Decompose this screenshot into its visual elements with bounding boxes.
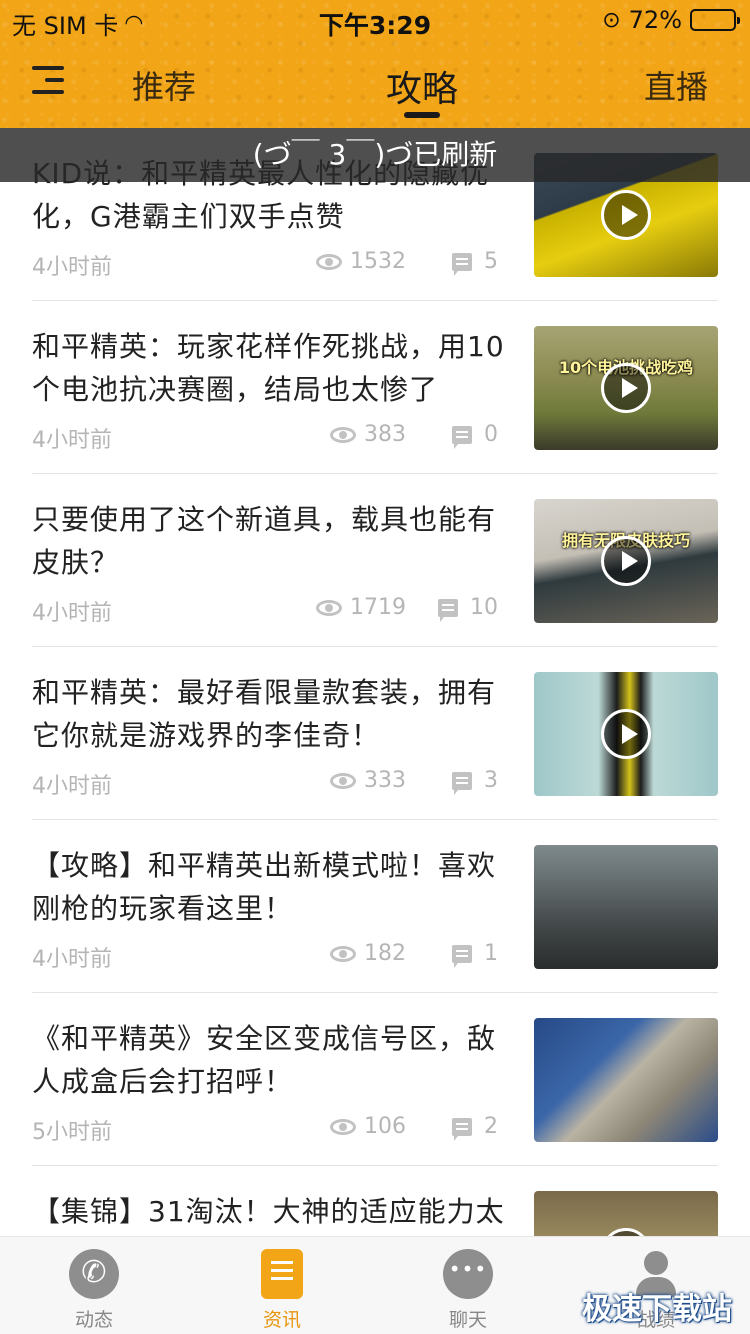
article-time: 5小时前 bbox=[32, 1120, 112, 1145]
view-count-value: 383 bbox=[364, 422, 406, 447]
tab-chat-label: 聊天 bbox=[448, 1309, 487, 1331]
tab-news[interactable]: 资讯 bbox=[222, 1249, 342, 1332]
comment-icon bbox=[452, 252, 472, 276]
view-count-value: 182 bbox=[364, 941, 406, 966]
eye-icon bbox=[330, 945, 356, 962]
news-icon bbox=[261, 1249, 303, 1299]
comment-count: 5 bbox=[452, 249, 498, 276]
article-time: 4小时前 bbox=[32, 774, 112, 799]
app-screen: KID说：和平精英最人性化的隐藏优化，G港霸主们双手点赞 4小时前 1532 5… bbox=[0, 0, 750, 1334]
app-header: 无 SIM 卡 ◠ 下午3:29 ⊙ 72% 推荐 攻略 直播 bbox=[0, 0, 750, 128]
refresh-toast: (づ￣ 3￣)づ已刷新 bbox=[0, 128, 750, 182]
watermark: 极速下载站 bbox=[582, 1292, 732, 1327]
list-item[interactable]: 【集锦】31淘汰！大神的适应能力太可怕，新模式套路贼六 bbox=[32, 1166, 718, 1236]
view-count-value: 106 bbox=[364, 1114, 406, 1139]
comment-count: 2 bbox=[452, 1114, 498, 1141]
video-thumbnail[interactable] bbox=[534, 1018, 718, 1142]
list-item[interactable]: 和平精英：最好看限量款套装，拥有它你就是游戏界的李佳奇！ 4小时前 333 3 bbox=[32, 647, 718, 820]
battery-icon bbox=[690, 9, 740, 31]
view-count: 333 bbox=[330, 768, 406, 793]
comment-count: 1 bbox=[452, 941, 498, 968]
comment-count-value: 10 bbox=[470, 595, 498, 620]
tab-recommend[interactable]: 推荐 bbox=[132, 62, 196, 108]
comment-icon bbox=[452, 771, 472, 795]
view-count: 106 bbox=[330, 1114, 406, 1139]
comment-icon bbox=[452, 944, 472, 968]
article-title: 【攻略】和平精英出新模式啦！喜欢刚枪的玩家看这里！ bbox=[32, 849, 497, 925]
article-title: 《和平精英》安全区变成信号区，敌人成盒后会打招呼！ bbox=[32, 1022, 497, 1098]
article-title: 只要使用了这个新道具，载具也能有皮肤？ bbox=[32, 503, 497, 579]
article-meta: 4小时前 182 1 bbox=[32, 941, 502, 972]
article-meta: 4小时前 333 3 bbox=[32, 768, 502, 799]
clock-phone-icon bbox=[69, 1249, 119, 1299]
list-item[interactable]: 《和平精英》安全区变成信号区，敌人成盒后会打招呼！ 5小时前 106 2 bbox=[32, 993, 718, 1166]
play-icon[interactable] bbox=[601, 363, 651, 413]
article-time: 4小时前 bbox=[32, 947, 112, 972]
video-thumbnail[interactable] bbox=[534, 672, 718, 796]
tab-dynamic-label: 动态 bbox=[74, 1309, 113, 1331]
play-icon[interactable] bbox=[601, 190, 651, 240]
article-time: 4小时前 bbox=[32, 428, 112, 453]
article-meta: 4小时前 1532 5 bbox=[32, 249, 502, 280]
tab-chat[interactable]: 聊天 bbox=[408, 1249, 528, 1332]
view-count: 182 bbox=[330, 941, 406, 966]
eye-icon bbox=[330, 426, 356, 443]
eye-icon bbox=[330, 772, 356, 789]
comment-count-value: 1 bbox=[484, 941, 498, 966]
eye-icon bbox=[316, 599, 342, 616]
thumbnail-image bbox=[534, 845, 718, 969]
article-time: 4小时前 bbox=[32, 601, 112, 626]
eye-icon bbox=[330, 1118, 356, 1135]
video-thumbnail[interactable] bbox=[534, 1191, 718, 1236]
article-meta: 4小时前 1719 10 bbox=[32, 595, 502, 626]
view-count-value: 1719 bbox=[350, 595, 406, 620]
comment-count-value: 3 bbox=[484, 768, 498, 793]
view-count-value: 333 bbox=[364, 768, 406, 793]
article-meta: 5小时前 106 2 bbox=[32, 1114, 502, 1145]
play-icon[interactable] bbox=[601, 536, 651, 586]
view-count: 383 bbox=[330, 422, 406, 447]
video-thumbnail[interactable]: 10个电池挑战吃鸡 bbox=[534, 326, 718, 450]
tab-dynamic[interactable]: 动态 bbox=[34, 1249, 154, 1332]
list-item[interactable]: 只要使用了这个新道具，载具也能有皮肤？ 4小时前 1719 10 拥有无限皮肤技… bbox=[32, 474, 718, 647]
article-title: 【集锦】31淘汰！大神的适应能力太可怕，新模式套路贼六 bbox=[32, 1195, 505, 1228]
comment-icon bbox=[452, 1117, 472, 1141]
view-count: 1719 bbox=[316, 595, 406, 620]
view-count-value: 1532 bbox=[350, 249, 406, 274]
list-item[interactable]: 和平精英：玩家花样作死挑战，用10个电池抗决赛圈，结局也太惨了 4小时前 383… bbox=[32, 301, 718, 474]
comment-icon bbox=[452, 425, 472, 449]
comment-count-value: 5 bbox=[484, 249, 498, 274]
view-count: 1532 bbox=[316, 249, 406, 274]
article-feed[interactable]: KID说：和平精英最人性化的隐藏优化，G港霸主们双手点赞 4小时前 1532 5… bbox=[0, 128, 750, 1236]
list-item[interactable]: 【攻略】和平精英出新模式啦！喜欢刚枪的玩家看这里！ 4小时前 182 1 bbox=[32, 820, 718, 993]
comment-icon bbox=[438, 598, 458, 622]
menu-icon[interactable] bbox=[32, 66, 64, 100]
article-meta: 4小时前 383 0 bbox=[32, 422, 502, 453]
rotation-lock-icon: ⊙ bbox=[602, 7, 621, 33]
article-list: KID说：和平精英最人性化的隐藏优化，G港霸主们双手点赞 4小时前 1532 5… bbox=[0, 128, 750, 1236]
article-title: 和平精英：玩家花样作死挑战，用10个电池抗决赛圈，结局也太惨了 bbox=[32, 330, 505, 406]
video-thumbnail[interactable] bbox=[534, 845, 718, 969]
comment-count-value: 2 bbox=[484, 1114, 498, 1139]
comment-count: 3 bbox=[452, 768, 498, 795]
tab-live[interactable]: 直播 bbox=[644, 62, 708, 108]
chat-bubble-icon bbox=[443, 1249, 493, 1299]
article-time: 4小时前 bbox=[32, 255, 112, 280]
active-tab-indicator bbox=[404, 112, 440, 118]
tab-news-label: 资讯 bbox=[262, 1309, 301, 1331]
status-bar: 无 SIM 卡 ◠ 下午3:29 ⊙ 72% bbox=[0, 0, 750, 40]
comment-count-value: 0 bbox=[484, 422, 498, 447]
status-right: ⊙ 72% bbox=[602, 6, 740, 34]
video-thumbnail[interactable]: 拥有无限皮肤技巧 bbox=[534, 499, 718, 623]
thumbnail-image bbox=[534, 1018, 718, 1142]
article-title: 和平精英：最好看限量款套装，拥有它你就是游戏界的李佳奇！ bbox=[32, 676, 497, 752]
play-icon[interactable] bbox=[601, 709, 651, 759]
comment-count: 10 bbox=[438, 595, 498, 622]
tab-strategy[interactable]: 攻略 bbox=[386, 60, 458, 112]
nav-bar: 推荐 攻略 直播 bbox=[0, 40, 750, 128]
battery-percent: 72% bbox=[628, 6, 682, 34]
eye-icon bbox=[316, 253, 342, 270]
comment-count: 0 bbox=[452, 422, 498, 449]
